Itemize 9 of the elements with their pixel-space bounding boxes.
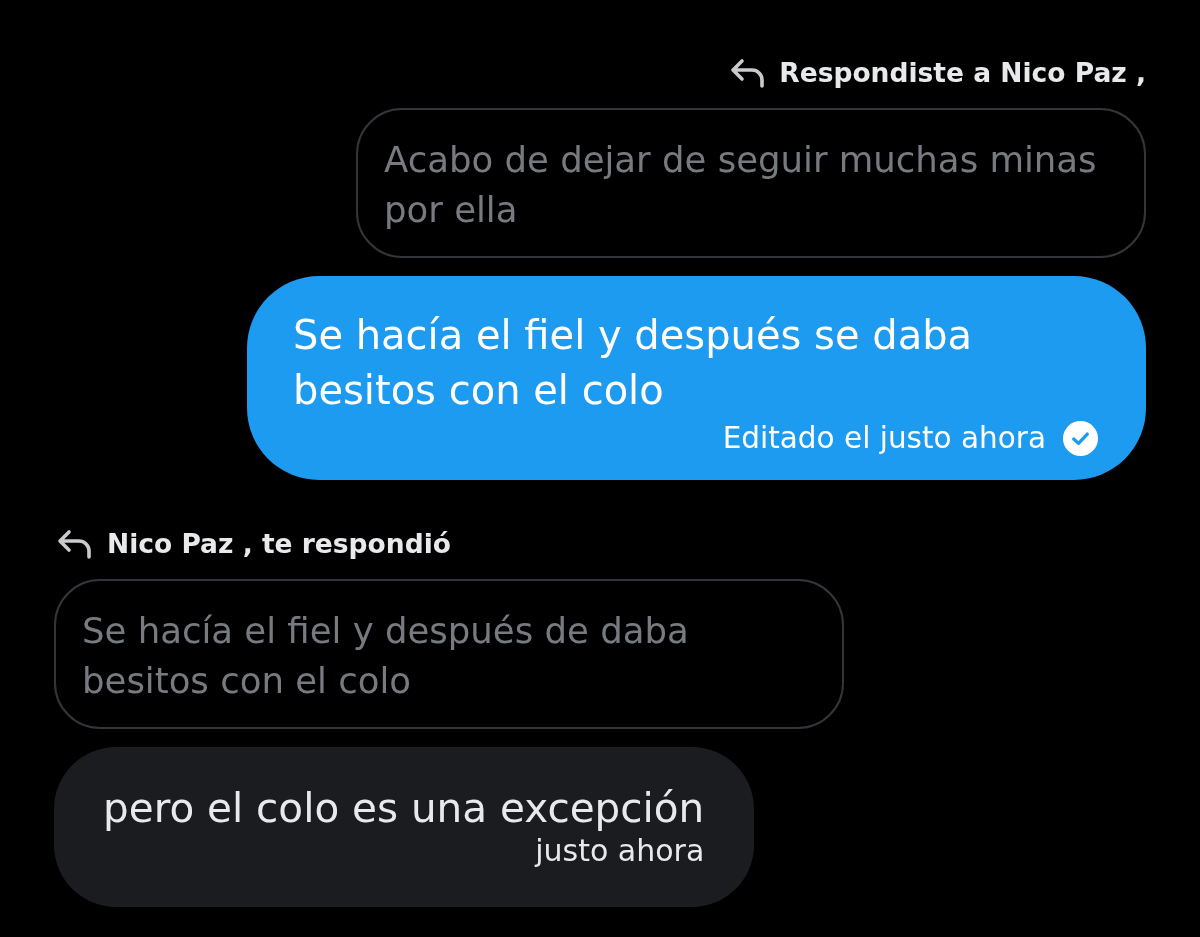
- reply-arrow-icon: [56, 529, 94, 559]
- reply-label: Respondiste a Nico Paz ,: [779, 56, 1146, 90]
- message-time: justo ahora: [535, 833, 705, 869]
- quoted-message[interactable]: Se hacía el fiel y después de daba besitos con el colo: [54, 579, 844, 729]
- edited-label: Editado el justo ahora: [722, 420, 1046, 457]
- reply-label: Nico Paz , te respondió: [107, 527, 451, 561]
- quoted-message[interactable]: Acabo de dejar de seguir muchas minas por ella: [356, 108, 1146, 258]
- message-text: pero el colo es una excepción: [103, 783, 705, 833]
- message-text: Se hacía el fiel y después se daba besitos con el colo: [293, 311, 974, 415]
